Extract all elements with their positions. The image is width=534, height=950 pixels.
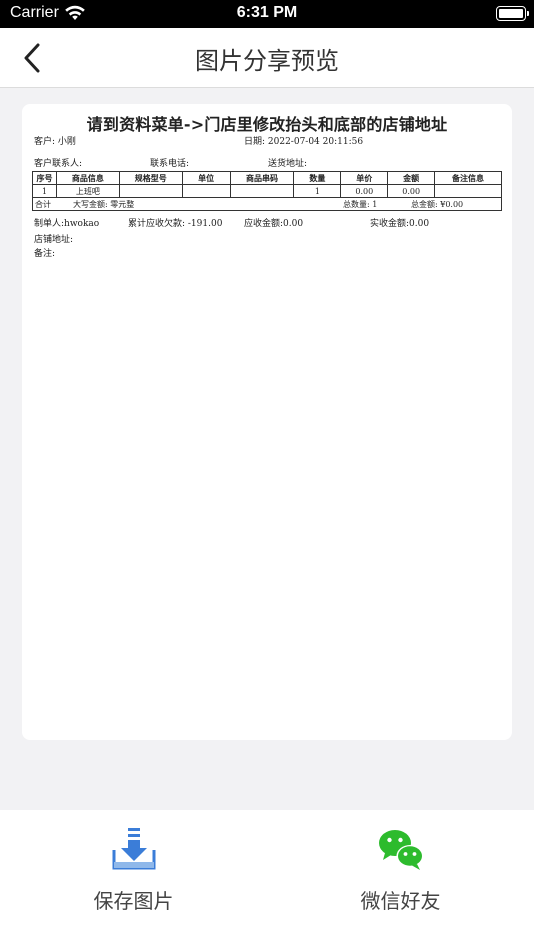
- save-image-button[interactable]: 保存图片: [0, 810, 267, 950]
- wechat-icon: [379, 830, 424, 870]
- save-image-label: 保存图片: [93, 889, 174, 913]
- remark-text: 备注:: [34, 249, 56, 259]
- table-total-row: 合计 大写金额: 零元整 总数量: 1 总金额: ¥0.00: [32, 197, 502, 211]
- amount-in-words: 大写金额: 零元整: [73, 200, 135, 209]
- table-header-row: 序号 商品信息 规格型号 单位 商品串码 数量 单价 金额 备注信息: [32, 171, 502, 185]
- col-header: 规格型号: [118, 171, 183, 185]
- col-header: 商品串码: [229, 171, 295, 185]
- battery-icon: [496, 6, 529, 21]
- table-cell: 上班吧: [55, 184, 120, 198]
- table-cell: 1: [32, 184, 57, 198]
- col-header: 备注信息: [434, 171, 502, 185]
- table-row: 1 上班吧 1 0.00 0.00: [32, 184, 502, 198]
- items-table: 序号 商品信息 规格型号 单位 商品串码 数量 单价 金额 备注信息 1 上班吧: [32, 171, 502, 211]
- col-header: 数量: [293, 171, 342, 185]
- image-preview: 请到资料菜单->门店里修改抬头和底部的店铺地址 客户: 小刚 日期: 2022-…: [22, 104, 512, 740]
- phone-text: 联系电话:: [150, 159, 190, 169]
- col-header: 金额: [387, 171, 436, 185]
- col-header: 单价: [340, 171, 389, 185]
- delivery-address-text: 送货地址:: [268, 159, 308, 169]
- total-quantity: 总数量: 1: [343, 200, 378, 209]
- receipt-info-line-1: 客户: 小刚 日期: 2022-07-04 20:11:56: [32, 133, 502, 147]
- shop-address-text: 店铺地址:: [34, 235, 74, 245]
- table-cell: 1: [293, 184, 342, 198]
- status-bar: Carrier 6:31 PM: [0, 0, 534, 28]
- creator-text: 制单人:hwokao: [34, 219, 100, 229]
- total-cell: 合计 大写金额: 零元整 总数量: 1 总金额: ¥0.00: [32, 197, 502, 211]
- receipt-footer-line: 制单人:hwokao 累计应收欠款: -191.00 应收金额:0.00 实收金…: [32, 215, 502, 229]
- table-cell: [434, 184, 502, 198]
- download-icon: [112, 828, 156, 870]
- shop-address-line: 店铺地址:: [32, 231, 502, 245]
- receipt-info-line-2: 客户联系人: 联系电话: 送货地址:: [32, 155, 502, 169]
- table-cell: [229, 184, 295, 198]
- remark-line: 备注:: [32, 245, 502, 259]
- table-cell: 0.00: [340, 184, 389, 198]
- col-header: 序号: [32, 171, 57, 185]
- col-header: 单位: [181, 171, 231, 185]
- table-cell: 0.00: [387, 184, 436, 198]
- contact-text: 客户联系人:: [34, 159, 83, 169]
- receipt-document: 请到资料菜单->门店里修改抬头和底部的店铺地址 客户: 小刚 日期: 2022-…: [32, 108, 502, 259]
- table-cell: [181, 184, 231, 198]
- date-text: 日期: 2022-07-04 20:11:56: [244, 137, 364, 147]
- wechat-friend-button[interactable]: 微信好友: [267, 810, 534, 950]
- arrears-text: 累计应收欠款: -191.00: [128, 219, 223, 229]
- received-text: 实收金额:0.00: [370, 219, 430, 229]
- receipt-title: 请到资料菜单->门店里修改抬头和底部的店铺地址: [86, 115, 448, 134]
- total-label: 合计: [35, 200, 51, 209]
- receivable-text: 应收金额:0.00: [244, 219, 304, 229]
- total-amount: 总金额: ¥0.00: [411, 200, 464, 209]
- col-header: 商品信息: [55, 171, 120, 185]
- table-cell: [118, 184, 183, 198]
- page-title: 图片分享预览: [195, 47, 339, 75]
- share-action-bar: 保存图片 微信好友: [0, 810, 534, 950]
- customer-text: 客户: 小刚: [34, 137, 76, 147]
- nav-bar: 图片分享预览: [0, 28, 534, 88]
- wechat-friend-label: 微信好友: [360, 889, 441, 913]
- status-time: 6:31 PM: [236, 4, 298, 21]
